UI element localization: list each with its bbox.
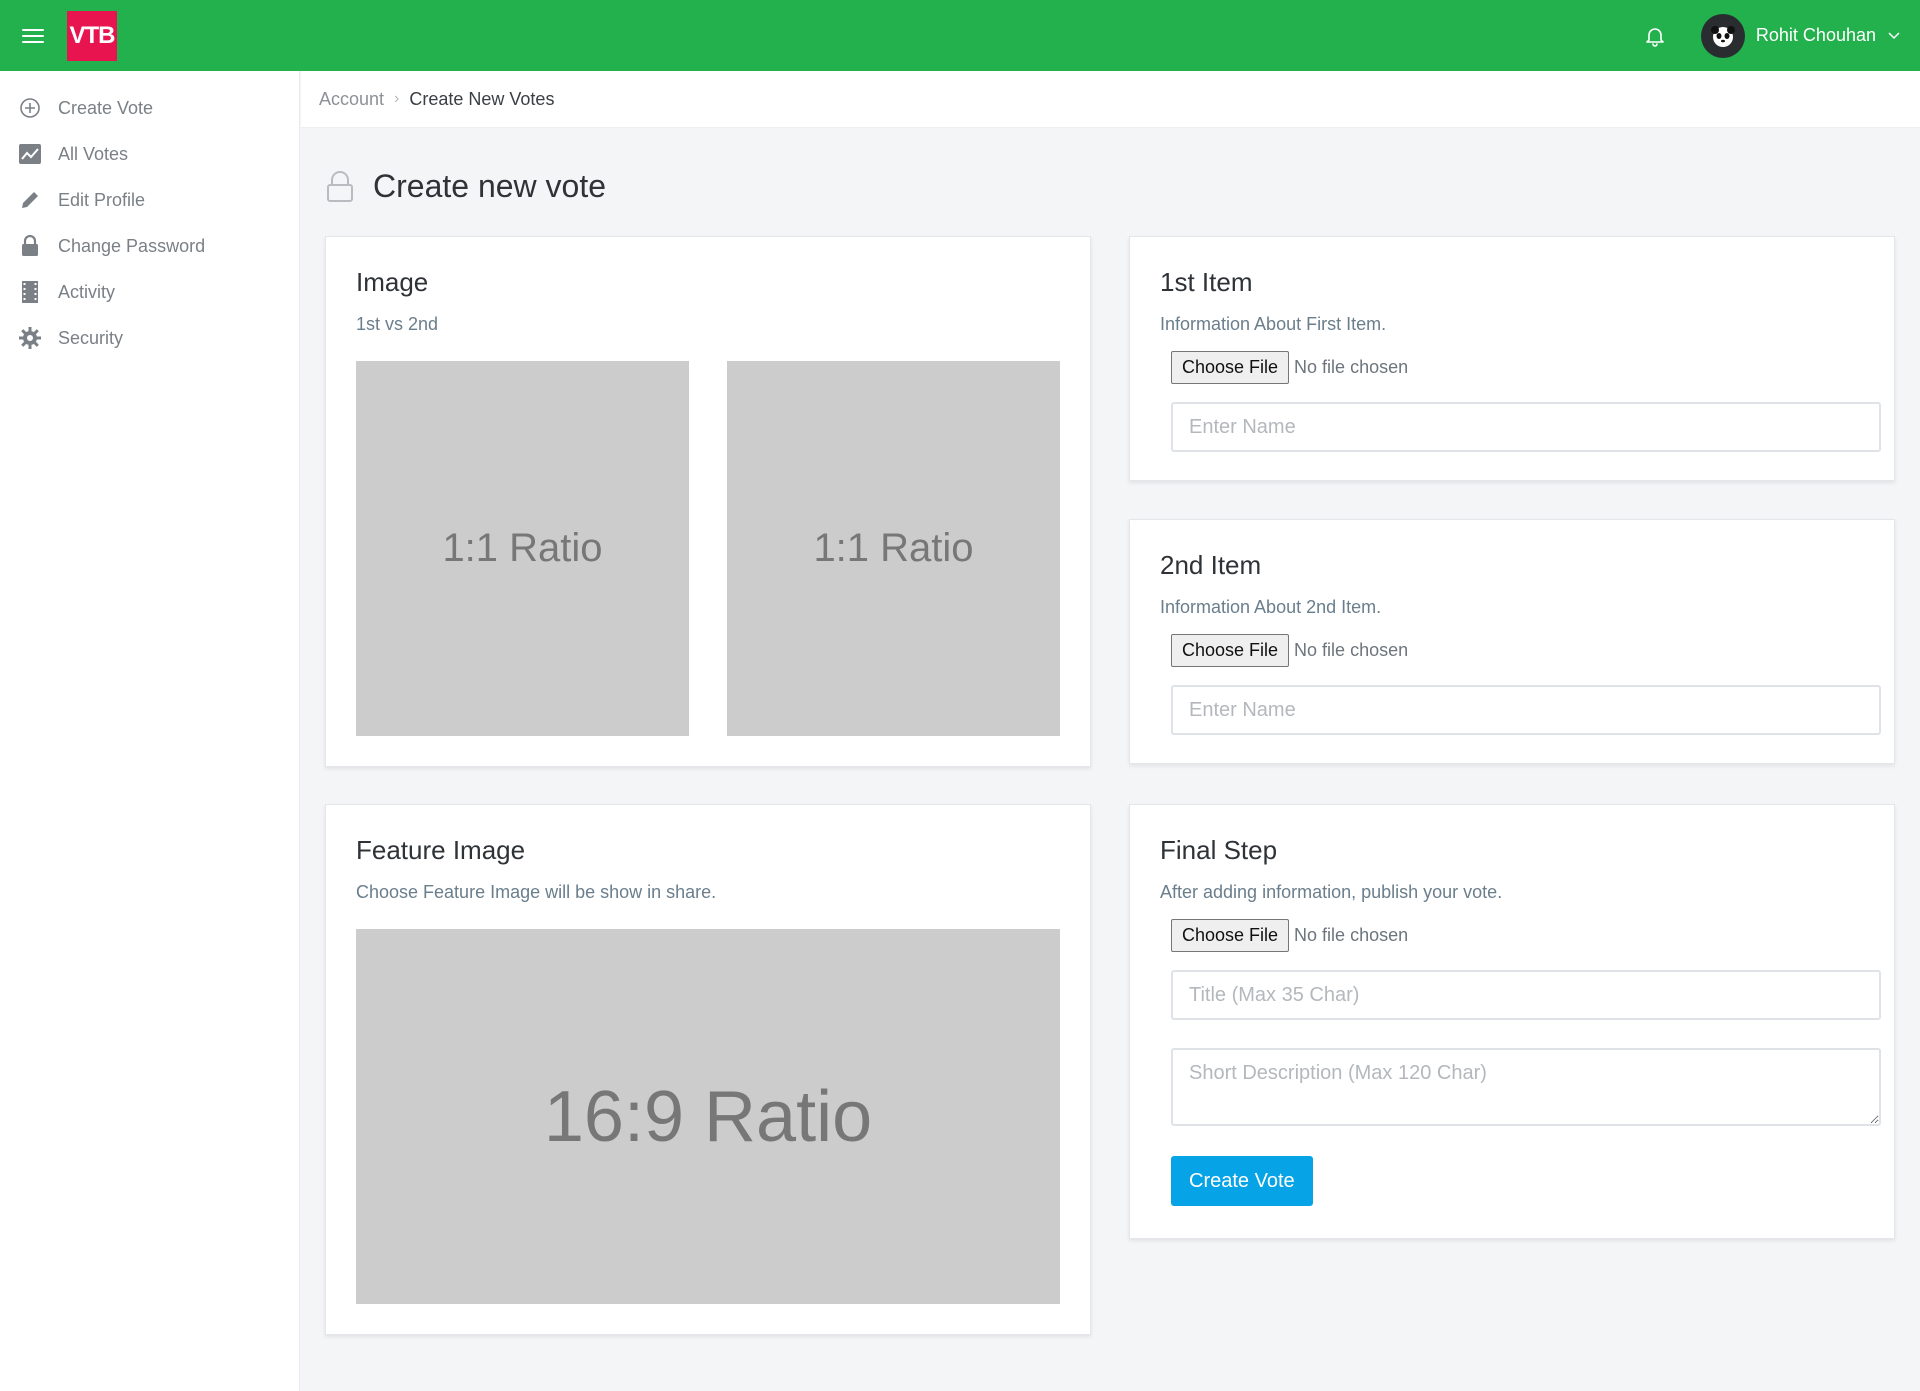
feature-image-card: Feature Image Choose Feature Image will … — [325, 804, 1091, 1335]
card-subtitle: Choose Feature Image will be show in sha… — [356, 882, 717, 902]
file-input: Choose File No file chosen — [1171, 351, 1864, 384]
hamburger-menu-icon[interactable] — [22, 27, 46, 45]
final-step-card: Final Step After adding information, pub… — [1129, 804, 1895, 1239]
gear-icon — [18, 326, 42, 350]
feature-image-placeholder[interactable]: 16:9 Ratio — [356, 929, 1060, 1304]
sidebar-item-activity[interactable]: Activity — [0, 269, 299, 315]
sidebar-item-create-vote[interactable]: Create Vote — [0, 85, 299, 131]
breadcrumb-account[interactable]: Account — [319, 89, 384, 110]
create-vote-button[interactable]: Create Vote — [1171, 1156, 1313, 1206]
file-status: No file chosen — [1294, 640, 1409, 660]
vote-title-input[interactable] — [1171, 970, 1881, 1020]
breadcrumb-separator-icon: › — [394, 90, 400, 107]
file-status: No file chosen — [1294, 357, 1409, 377]
second-item-card: 2nd Item Information About 2nd Item. Cho… — [1129, 519, 1895, 764]
image-placeholder-2nd[interactable]: 1:1 Ratio — [727, 361, 1060, 736]
file-input: Choose File No file chosen — [1171, 919, 1864, 952]
sidebar-item-label: Edit Profile — [58, 189, 146, 210]
sidebar-item-security[interactable]: Security — [0, 315, 299, 361]
sidebar-item-change-password[interactable]: Change Password — [0, 223, 299, 269]
film-icon — [18, 280, 42, 304]
image-placeholder-1st[interactable]: 1:1 Ratio — [356, 361, 689, 736]
breadcrumb: Account › Create New Votes — [301, 71, 1920, 128]
chevron-down-icon[interactable] — [1888, 31, 1900, 40]
card-title: Final Step — [1160, 835, 1278, 865]
first-item-name-input[interactable] — [1171, 402, 1881, 452]
card-subtitle: Information About First Item. — [1160, 314, 1387, 334]
breadcrumb-current: Create New Votes — [409, 88, 555, 109]
card-title: 1st Item — [1160, 267, 1253, 297]
lock-outline-icon — [327, 170, 353, 202]
sidebar-item-label: Change Password — [58, 235, 206, 256]
file-input: Choose File No file chosen — [1171, 634, 1864, 667]
placeholder-label: 16:9 Ratio — [543, 1076, 873, 1157]
panda-avatar-icon — [1710, 25, 1735, 47]
choose-file-button[interactable]: Choose File — [1171, 351, 1290, 384]
notification-bell-icon[interactable] — [1643, 24, 1667, 48]
second-item-name-input[interactable] — [1171, 685, 1881, 735]
card-title: Feature Image — [356, 835, 526, 865]
card-subtitle: Information About 2nd Item. — [1160, 597, 1382, 617]
placeholder-label: 1:1 Ratio — [442, 526, 603, 570]
image-card: Image 1st vs 2nd 1:1 Ratio 1:1 Ratio — [325, 236, 1091, 767]
sidebar-item-label: Activity — [58, 281, 116, 302]
placeholder-label: 1:1 Ratio — [813, 526, 974, 570]
first-item-card: 1st Item Information About First Item. C… — [1129, 236, 1895, 481]
card-subtitle: After adding information, publish your v… — [1160, 882, 1503, 902]
user-name[interactable]: Rohit Chouhan — [1756, 25, 1876, 46]
pencil-icon — [18, 188, 42, 212]
app-logo[interactable]: VTB — [67, 10, 117, 61]
sidebar-item-label: Security — [58, 327, 124, 348]
chart-icon — [18, 142, 42, 166]
avatar[interactable] — [1700, 13, 1745, 58]
sidebar: Create Vote All Votes Edit Profile Chang… — [0, 71, 300, 1391]
sidebar-item-label: All Votes — [58, 143, 129, 164]
card-title: Image — [356, 267, 429, 297]
card-subtitle: 1st vs 2nd — [356, 314, 439, 334]
top-navbar: VTB Rohit Chouhan — [0, 0, 1920, 71]
choose-file-button[interactable]: Choose File — [1171, 634, 1290, 667]
sidebar-item-label: Create Vote — [58, 97, 154, 118]
sidebar-item-all-votes[interactable]: All Votes — [0, 131, 299, 177]
plus-circle-icon — [18, 96, 42, 120]
lock-icon — [18, 234, 42, 258]
short-description-textarea[interactable] — [1171, 1048, 1881, 1126]
file-status: No file chosen — [1294, 925, 1409, 945]
card-title: 2nd Item — [1160, 550, 1262, 580]
page-title-text: Create new vote — [373, 168, 607, 204]
choose-file-button[interactable]: Choose File — [1171, 919, 1290, 952]
user-area: Rohit Chouhan — [1643, 0, 1900, 71]
page-title: Create new vote — [325, 168, 606, 205]
sidebar-item-edit-profile[interactable]: Edit Profile — [0, 177, 299, 223]
